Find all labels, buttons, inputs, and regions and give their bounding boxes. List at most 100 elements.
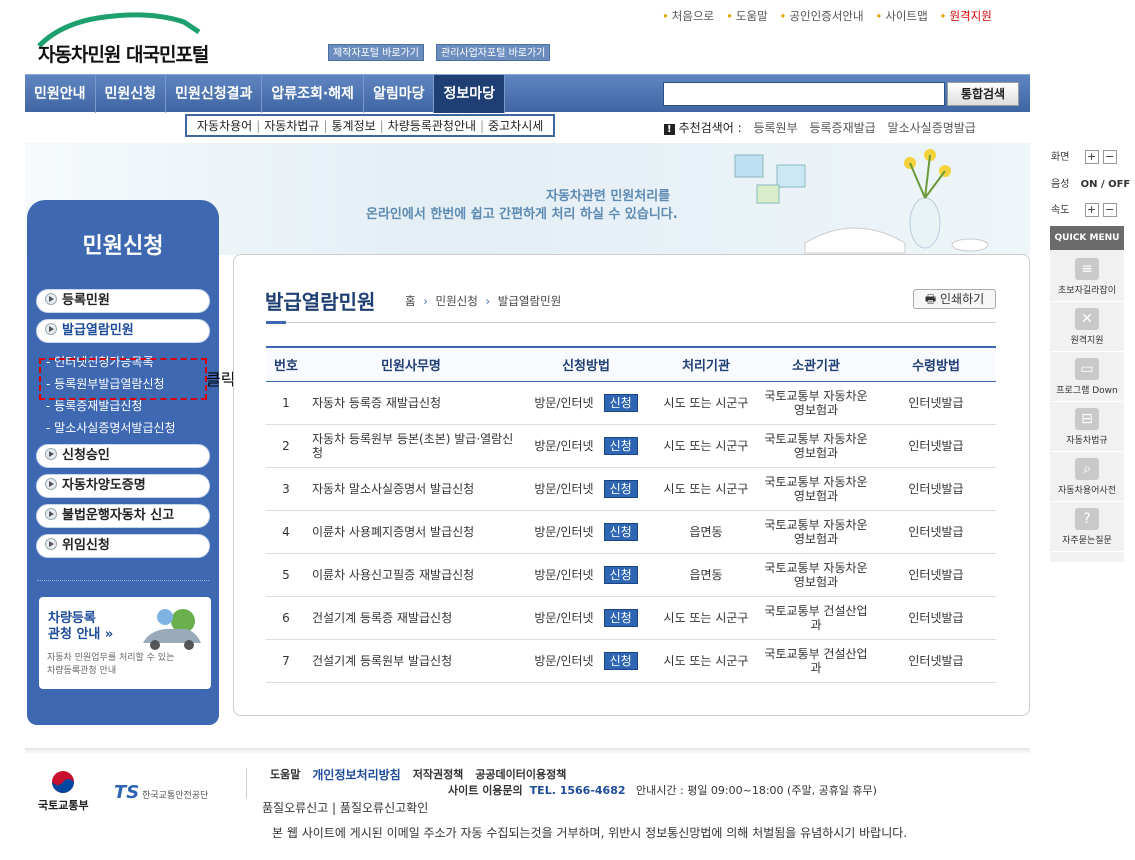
breadcrumb-home[interactable]: 홈 <box>405 294 416 308</box>
highlight-box <box>39 358 207 400</box>
kotsa-logo: TS 한국교통안전공단 <box>114 782 209 803</box>
row-method-text: 방문/인터넷 <box>534 481 594 496</box>
footer-contact: 사이트 이용문의 TEL. 1566-4682 안내시간 : 평일 09:00~… <box>448 784 877 797</box>
util-home[interactable]: • 처음으로 <box>662 8 714 24</box>
sidebar-item-delegate[interactable]: 위임신청 <box>36 534 210 558</box>
chevron-right-icon: › <box>423 294 428 308</box>
table-row: 3 자동차 말소사실증명서 발급신청 방문/인터넷 신청 시도 또는 시군구 국토교통부 … <box>266 467 996 511</box>
voice-control[interactable]: 음성 ON / OFF <box>1051 175 1130 190</box>
row-method: 방문/인터넷 신청 <box>516 381 656 425</box>
sidebar-item-register[interactable]: 등록민원 <box>36 289 210 313</box>
keyword-link[interactable]: 등록원부 <box>753 121 797 135</box>
footer-error-links[interactable]: 품질오류신고 | 품질오류신고확인 <box>262 799 428 816</box>
row-org: 국토교통부 자동차운영보험과 <box>756 424 876 468</box>
row-proc: 읍면동 <box>656 553 756 597</box>
row-no: 3 <box>266 467 306 511</box>
speed-control: 속도 + − <box>1051 201 1117 217</box>
row-org: 국토교통부 자동차운영보험과 <box>756 381 876 425</box>
quick-download[interactable]: ▭ 프로그램 Down <box>1050 352 1124 402</box>
business-portal-button[interactable]: 관리사업자포털 바로가기 <box>436 44 551 61</box>
row-method: 방문/인터넷 신청 <box>516 639 656 683</box>
row-method-text: 방문/인터넷 <box>534 395 594 410</box>
arrow-icon <box>45 538 57 550</box>
sidebar-item-approval[interactable]: 신청승인 <box>36 444 210 468</box>
footer-copyright[interactable]: 저작권정책 <box>413 766 464 783</box>
col-method: 신청방법 <box>516 346 656 382</box>
sidebar-item-transfer[interactable]: 자동차양도증명 <box>36 474 210 498</box>
sidebar-item-illegal[interactable]: 불법운행자동차 신고 <box>36 504 210 528</box>
util-remote[interactable]: • 원격지원 <box>940 8 992 24</box>
speed-down-button[interactable]: − <box>1102 203 1117 217</box>
footer-notice: 본 웹 사이트에 게시된 이메일 주소가 자동 수집되는것을 거부하며, 위반시… <box>272 826 908 840</box>
nav-guide[interactable]: 민원안내 <box>25 75 96 113</box>
table-header-row: 번호 민원사무명 신청방법 처리기관 소관기관 수령방법 <box>266 346 996 382</box>
row-org: 국토교통부 건설산업과 <box>756 596 876 640</box>
sidebar-sub-deregister-cert[interactable]: - 말소사실증명서발급신청 <box>46 419 176 436</box>
col-org: 소관기관 <box>756 346 876 382</box>
apply-button[interactable]: 신청 <box>603 565 638 584</box>
apply-button[interactable]: 신청 <box>603 522 638 541</box>
apply-button[interactable]: 신청 <box>603 651 638 670</box>
row-recv: 인터넷발급 <box>876 510 996 554</box>
submenu-offices[interactable]: 차량등록관청안내 <box>384 117 480 134</box>
issue-table: 번호 민원사무명 신청방법 처리기관 소관기관 수령방법 1 자동차 등록증 재발… <box>266 346 996 683</box>
row-method: 방문/인터넷 신청 <box>516 553 656 597</box>
arrow-icon <box>45 508 57 520</box>
apply-button[interactable]: 신청 <box>603 608 638 627</box>
arrow-icon <box>45 448 57 460</box>
apply-button[interactable]: 신청 <box>603 436 638 455</box>
footer-privacy[interactable]: 개인정보처리방침 <box>312 766 400 783</box>
util-sitemap[interactable]: • 사이트맵 <box>876 8 928 24</box>
row-org: 국토교통부 자동차운영보험과 <box>756 553 876 597</box>
row-no: 6 <box>266 596 306 640</box>
row-no: 2 <box>266 424 306 468</box>
row-proc: 시도 또는 시군구 <box>656 639 756 683</box>
util-help[interactable]: • 도움말 <box>726 8 768 24</box>
quick-remote[interactable]: ✕ 원격지원 <box>1050 302 1124 352</box>
submenu-stats[interactable]: 통계정보 <box>328 117 380 134</box>
row-proc: 시도 또는 시군구 <box>656 596 756 640</box>
row-method-text: 방문/인터넷 <box>534 438 594 453</box>
maker-portal-button[interactable]: 제작자포털 바로가기 <box>328 44 424 61</box>
nav-notice[interactable]: 알림마당 <box>364 75 435 113</box>
site-logo[interactable]: 자동차민원 대국민포털 <box>34 10 244 66</box>
row-method: 방문/인터넷 신청 <box>516 596 656 640</box>
arrow-icon <box>45 293 57 305</box>
sidebar-item-issue[interactable]: 발급열람민원 <box>36 319 210 343</box>
quick-dictionary[interactable]: ⌕ 자동차용어사전 <box>1050 452 1124 502</box>
search-button[interactable]: 통합검색 <box>947 82 1019 106</box>
table-row: 1 자동차 등록증 재발급신청 방문/인터넷 신청 시도 또는 시군구 국토교통부 자동차… <box>266 381 996 425</box>
nav-apply[interactable]: 민원신청 <box>96 75 167 113</box>
quick-laws[interactable]: ⊟ 자동차법규 <box>1050 402 1124 452</box>
col-name: 민원사무명 <box>306 346 516 382</box>
util-cert[interactable]: • 공인인증서안내 <box>780 8 864 24</box>
nav-info[interactable]: 정보마당 <box>434 75 506 113</box>
speed-up-button[interactable]: + <box>1084 203 1099 217</box>
submenu-terms[interactable]: 자동차용어 <box>193 117 256 134</box>
apply-button[interactable]: 신청 <box>603 479 638 498</box>
printer-icon: 🖶 <box>924 292 937 306</box>
row-name: 자동차 등록원부 등본(초본) 발급·열람신청 <box>306 424 516 468</box>
apply-button[interactable]: 신청 <box>603 393 638 412</box>
banner-text-1: 자동차관련 민원처리를 <box>546 189 671 204</box>
footer-opendata[interactable]: 공공데이터이용정책 <box>475 766 566 783</box>
submenu-usedcar[interactable]: 중고차시세 <box>484 117 547 134</box>
alert-icon: ! <box>664 124 675 135</box>
submenu-laws[interactable]: 자동차법규 <box>260 117 323 134</box>
print-button[interactable]: 🖶 인쇄하기 <box>913 289 996 309</box>
breadcrumb-apply[interactable]: 민원신청 <box>436 294 478 308</box>
breadcrumb: 홈 › 민원신청 › 발급열람민원 <box>405 293 561 309</box>
footer-vdivider <box>246 768 247 798</box>
quick-beginner[interactable]: ≡ 초보자길라잡이 <box>1050 252 1124 302</box>
zoom-in-button[interactable]: + <box>1084 150 1099 164</box>
footer-help[interactable]: 도움말 <box>270 766 300 783</box>
row-name: 건설기계 등록증 재발급신청 <box>306 596 516 640</box>
keyword-link[interactable]: 말소사실증명발급 <box>888 121 976 135</box>
zoom-out-button[interactable]: − <box>1102 150 1117 164</box>
chevron-right-icon: › <box>485 294 491 308</box>
nav-result[interactable]: 민원신청결과 <box>166 75 263 113</box>
keyword-link[interactable]: 등록증재발급 <box>809 121 875 135</box>
search-input[interactable] <box>663 82 945 106</box>
quick-faq[interactable]: ? 자주묻는질문 <box>1050 502 1124 552</box>
nav-seizure[interactable]: 압류조회·해제 <box>262 75 364 113</box>
